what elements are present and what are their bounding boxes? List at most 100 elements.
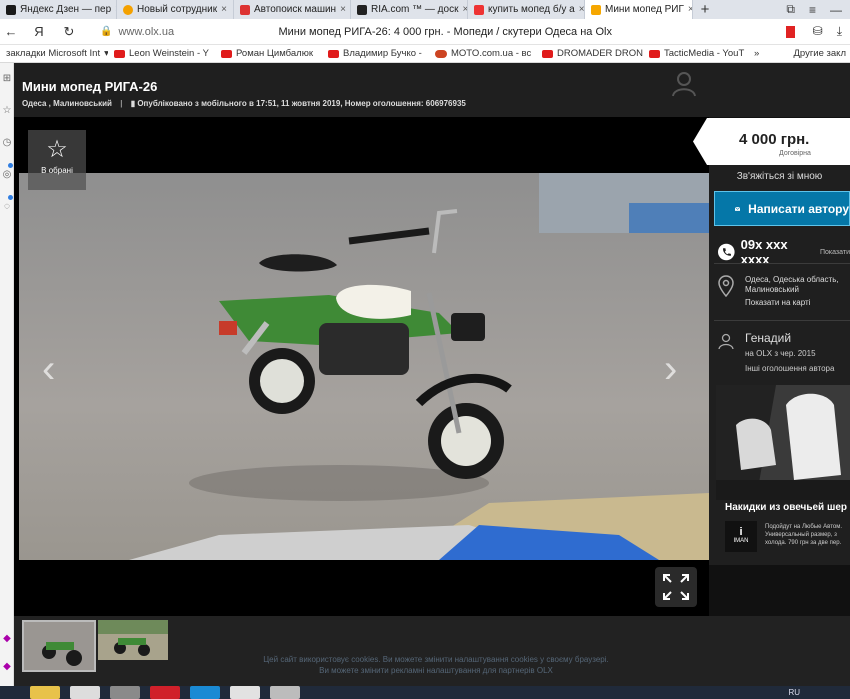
- divider: [714, 320, 850, 321]
- moto-icon: [435, 49, 447, 58]
- alice-icon[interactable]: ◎: [1, 169, 13, 181]
- show-phone-link[interactable]: Показати: [820, 249, 850, 256]
- bookmark-label: MOTO.com.ua - вс: [451, 48, 532, 59]
- bookmark-label: Leon Weinstein - Y: [129, 48, 209, 59]
- browser-tab[interactable]: RIA.com ™ — доск ×: [351, 0, 468, 19]
- listing-published: Опубліковано з мобільного в 17:51, 11 жо…: [137, 99, 466, 108]
- messenger-icon[interactable]: ◆: [1, 633, 13, 645]
- opera-icon[interactable]: [150, 686, 180, 699]
- bookmark-item[interactable]: Владимир Бучко -: [322, 48, 429, 59]
- close-icon[interactable]: ×: [221, 4, 227, 15]
- map-pin-icon: [718, 275, 734, 298]
- contact-panel: Зв'яжіться зі мною Написати автору 09x x…: [709, 165, 850, 565]
- location-block: Одеса, Одеська область, Малиновський Пок…: [718, 275, 848, 307]
- tab-label: Автопоиск машин: [254, 4, 337, 15]
- language-indicator[interactable]: RU: [788, 688, 850, 697]
- menu-icon[interactable]: ≡: [809, 3, 816, 17]
- url-field[interactable]: www.olx.ua: [118, 26, 258, 38]
- show-on-map-link[interactable]: Показати на карті: [745, 298, 849, 308]
- bookmark-label: DROMADER DRON: [557, 48, 643, 59]
- address-bar-tools: ⛁ ⤓: [813, 24, 842, 39]
- phone-icon: [718, 243, 735, 261]
- seller-other-ads-link[interactable]: Інші оголошення автора: [745, 364, 834, 373]
- other-bookmarks[interactable]: Другие закл: [793, 48, 850, 59]
- extension-icon[interactable]: ⛁: [813, 24, 823, 39]
- music-icon[interactable]: ◆: [1, 661, 13, 673]
- thumbnail-strip: Цей сайт використовує cookies. Ви можете…: [14, 616, 850, 686]
- cookie-text-1: Цей сайт використовує cookies. Ви можете…: [263, 655, 609, 664]
- tab-label: Мини мопед РИГ: [605, 4, 684, 15]
- browser-tab-strip: Яндекс Дзен — пер × Новый сотрудник × Ав…: [0, 0, 850, 19]
- browser-tab[interactable]: Яндекс Дзен — пер ×: [0, 0, 117, 19]
- apps-icon[interactable]: ⊞: [1, 73, 13, 85]
- bookmark-item[interactable]: Роман Цимбалюк: [215, 48, 322, 59]
- yandex-icon[interactable]: Я: [28, 24, 50, 39]
- cookie-text-2[interactable]: Ви можете змінити рекламні налаштування …: [226, 665, 646, 676]
- next-photo-icon[interactable]: ›: [664, 347, 677, 392]
- envelope-icon: [735, 206, 741, 211]
- minimize-icon[interactable]: —: [830, 3, 842, 17]
- media-icon[interactable]: [110, 686, 140, 699]
- fullscreen-icon[interactable]: [655, 567, 697, 607]
- thumbnail[interactable]: [22, 620, 96, 672]
- star-icon[interactable]: ☆: [1, 105, 13, 117]
- history-icon[interactable]: ◷: [1, 137, 13, 149]
- bookmark-item[interactable]: Leon Weinstein - Y: [108, 48, 215, 59]
- bookmark-label: TacticMedia - YouT: [664, 48, 745, 59]
- prev-photo-icon[interactable]: ‹: [42, 347, 55, 392]
- bookmark-label: закладки Microsoft Int: [6, 48, 101, 59]
- page-title: Мини мопед РИГА-26: 4 000 грн. - Мопеди …: [278, 25, 612, 38]
- explorer-icon[interactable]: [30, 686, 60, 699]
- zen-icon[interactable]: ◌: [1, 201, 13, 213]
- browser-tab[interactable]: Новый сотрудник ×: [117, 0, 234, 19]
- bookmark-folder[interactable]: закладки Microsoft Int ▾: [0, 48, 108, 59]
- bookmark-item[interactable]: MOTO.com.ua - вс: [429, 48, 536, 59]
- ad-image[interactable]: [716, 385, 850, 500]
- tab-label: купить мопед б/у а: [488, 4, 575, 15]
- seller-since: на OLX з чер. 2015: [745, 349, 816, 358]
- favorite-button[interactable]: ☆ В обрані: [28, 130, 86, 190]
- price-tag: 4 000 грн. Договірна: [693, 118, 850, 165]
- price-negotiable: Договірна: [779, 150, 811, 157]
- camera-icon[interactable]: [270, 686, 300, 699]
- divider: [714, 263, 850, 264]
- tab-favicon-icon: [6, 4, 16, 15]
- contact-header: Зв'яжіться зі мною: [736, 171, 823, 182]
- pdf-icon[interactable]: [70, 686, 100, 699]
- listing-meta: Одеса , Малиновський | ▮ Опубліковано з …: [22, 99, 466, 108]
- new-tab-icon[interactable]: +: [693, 0, 717, 19]
- download-icon[interactable]: ⤓: [837, 24, 842, 39]
- youtube-icon: [328, 49, 339, 58]
- youtube-icon: [221, 49, 232, 58]
- bookmark-flag-icon[interactable]: [785, 25, 795, 38]
- tab-favicon-icon: [357, 4, 367, 15]
- user-icon[interactable]: [670, 69, 698, 97]
- close-icon[interactable]: ×: [579, 4, 584, 15]
- bookmark-item[interactable]: TacticMedia - YouT: [643, 48, 750, 59]
- browser-tab[interactable]: купить мопед б/у а ×: [468, 0, 585, 19]
- close-icon[interactable]: ×: [340, 4, 346, 15]
- bookmarks-bar: закладки Microsoft Int ▾ Leon Weinstein …: [0, 45, 850, 63]
- reload-icon[interactable]: ↻: [58, 24, 80, 40]
- write-author-label: Написати автору: [748, 201, 849, 216]
- yandex-browser-icon[interactable]: [230, 686, 260, 699]
- write-author-button[interactable]: Написати автору: [714, 191, 850, 226]
- browser-tab-active[interactable]: Мини мопед РИГ ×: [585, 0, 693, 19]
- skype-icon[interactable]: [190, 686, 220, 699]
- thumbnail[interactable]: [98, 620, 172, 672]
- main-photo[interactable]: [19, 173, 709, 560]
- window-controls: ⧉ ≡ —: [786, 0, 850, 19]
- more-bookmarks-icon[interactable]: »: [750, 48, 763, 59]
- ad-description: Подойдут на Любые Автом. Универсальный р…: [765, 524, 842, 546]
- ad-title[interactable]: Накидки из овечьей шер: [725, 502, 847, 513]
- ad-brand-name: IMAN: [733, 538, 749, 544]
- tab-manager-icon[interactable]: ⧉: [786, 2, 795, 17]
- ad-brand-mark: i: [739, 526, 743, 538]
- address-bar: ← Я ↻ 🔒 www.olx.ua Мини мопед РИГА-26: 4…: [0, 19, 850, 45]
- tab-label: Яндекс Дзен — пер: [20, 4, 112, 15]
- tab-favicon-icon: [123, 4, 133, 15]
- browser-tab[interactable]: Автопоиск машин ×: [234, 0, 351, 19]
- back-icon[interactable]: ←: [0, 24, 22, 39]
- bookmark-item[interactable]: DROMADER DRON: [536, 48, 643, 59]
- bookmark-label: Владимир Бучко -: [343, 48, 422, 59]
